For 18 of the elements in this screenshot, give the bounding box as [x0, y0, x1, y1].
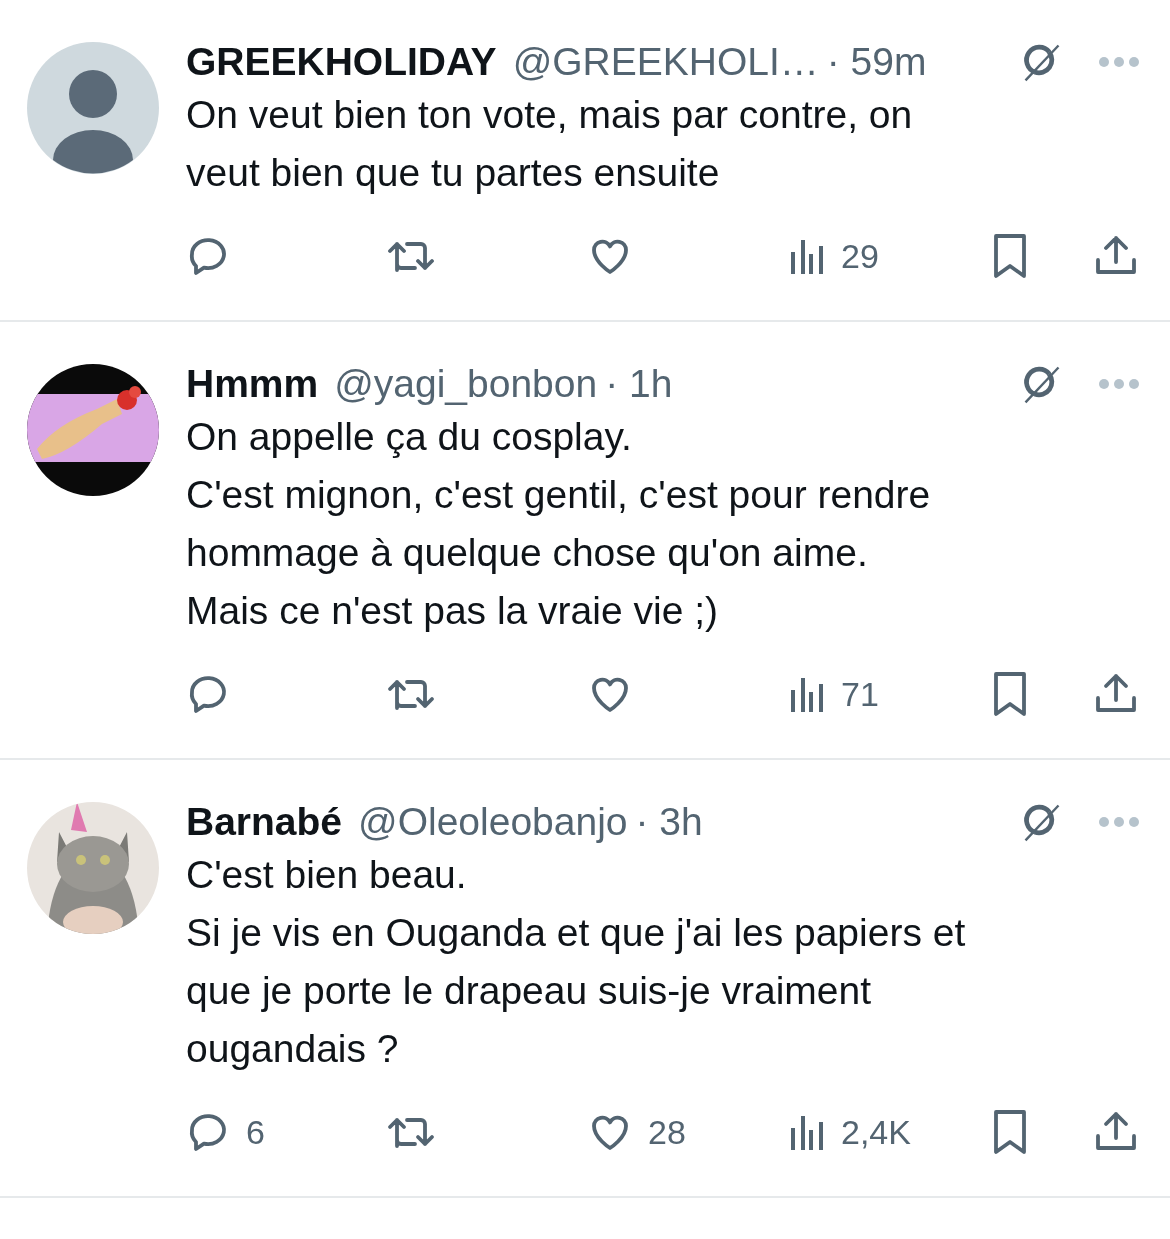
like-count: 28 [648, 1111, 686, 1153]
post-text: On veut bien ton vote, mais par contre, on veut bien que tu partes ensuite [186, 92, 914, 196]
post-time[interactable]: · 59m [826, 40, 927, 84]
reply-count: 6 [246, 1111, 265, 1153]
views-count: 2,4K [841, 1111, 911, 1153]
post-text: C'est bien beau. Si je vis en Ouganda et que j'ai les papiers et que je porte le drapeau suis-je vraiment ougandais ? [186, 852, 967, 1072]
display-name[interactable]: GREEKHOLIDAY [186, 40, 497, 84]
post-time[interactable]: · 3h [635, 800, 703, 844]
views-count: 71 [841, 673, 879, 715]
user-handle[interactable]: @yagi_bonbon [334, 362, 598, 406]
display-name[interactable]: Hmmm [186, 362, 319, 406]
user-handle[interactable]: @Oleoleobanjo [358, 800, 628, 844]
user-handle[interactable]: @GREEKHOLI… [512, 40, 819, 84]
post-time[interactable]: · 1h [605, 362, 673, 406]
views-count: 29 [841, 235, 879, 277]
default-avatar-icon[interactable] [27, 42, 159, 174]
display-name[interactable]: Barnabé [186, 800, 343, 844]
post-text: On appelle ça du cosplay. C'est mignon, c'est gentil, c'est pour rendre hommage à quelque chose qu'on aime. Mais ce n'est pas la vraie vie ;) [186, 414, 932, 634]
